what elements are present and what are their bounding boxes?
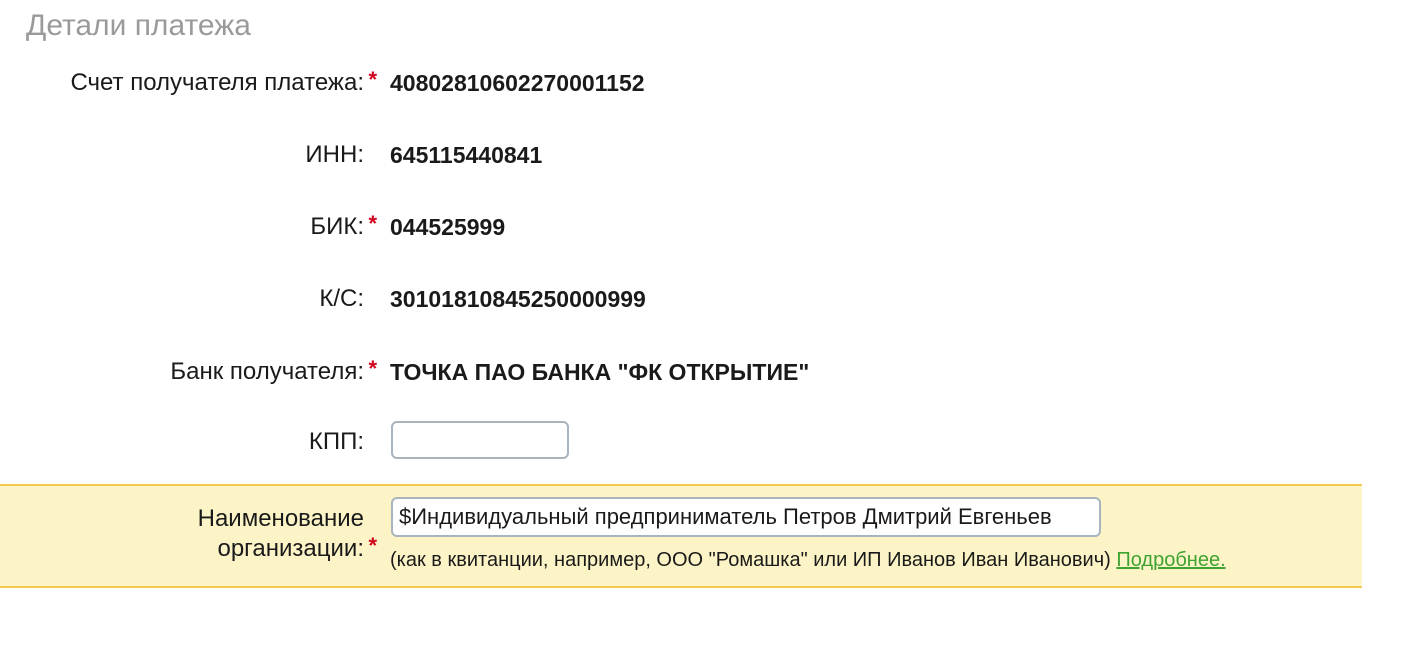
required-mark: * <box>368 533 377 558</box>
org-name-label: Наименование организации: * <box>197 505 377 562</box>
org-name-hint: (как в квитанции, например, ООО "Ромашка… <box>390 549 1226 571</box>
field-row-inn: ИНН: 645115440841 <box>0 135 1416 175</box>
field-row-bik: БИК: * 044525999 <box>0 207 1416 247</box>
more-info-link[interactable]: Подробнее. <box>1116 549 1225 571</box>
bik-value: 044525999 <box>390 214 506 240</box>
account-label: Счет получателя платежа: * <box>70 63 377 103</box>
field-row-kpp: КПП: <box>0 422 1416 462</box>
bank-label: Банк получателя: * <box>170 352 377 392</box>
required-mark: * <box>368 356 377 381</box>
ks-label: К/С: <box>319 285 364 312</box>
field-row-ks: К/С: 30101810845250000999 <box>0 279 1416 319</box>
kpp-label: КПП: <box>308 428 364 455</box>
section-title: Детали платежа <box>26 9 251 42</box>
org-name-input[interactable] <box>391 497 1101 537</box>
inn-value: 645115440841 <box>390 142 543 168</box>
required-mark: * <box>368 67 377 92</box>
account-value: 40802810602270001152 <box>390 70 645 96</box>
kpp-input[interactable] <box>391 421 569 459</box>
required-mark: * <box>368 211 377 236</box>
field-row-bank: Банк получателя: * ТОЧКА ПАО БАНКА "ФК ОТ… <box>0 352 1416 392</box>
ks-value: 30101810845250000999 <box>390 286 646 312</box>
bank-value: ТОЧКА ПАО БАНКА "ФК ОТКРЫТИЕ" <box>390 359 810 385</box>
bik-label: БИК: * <box>310 207 377 247</box>
inn-label: ИНН: <box>305 141 364 168</box>
field-row-account: Счет получателя платежа: * 40802810602270… <box>0 63 1416 103</box>
